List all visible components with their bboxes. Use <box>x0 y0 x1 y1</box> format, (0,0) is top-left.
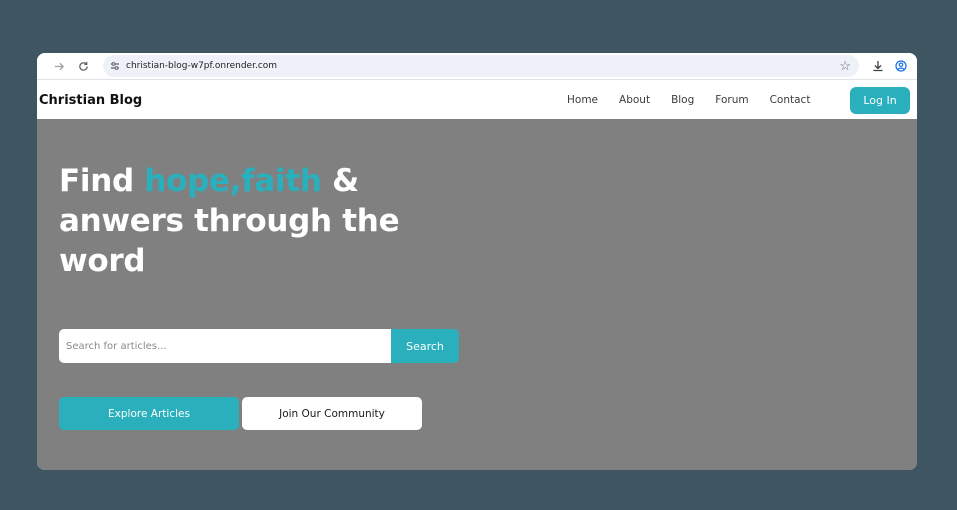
download-icon[interactable] <box>870 57 886 75</box>
browser-toolbar: christian-blog-w7pf.onrender.com ☆ <box>37 53 917 80</box>
hero-title-prefix: Find <box>59 163 145 199</box>
brand-logo[interactable]: Christian Blog <box>39 93 142 108</box>
nav-links: Home About Blog Forum Contact <box>567 81 831 119</box>
browser-window: christian-blog-w7pf.onrender.com ☆ Chris… <box>37 53 917 470</box>
login-button[interactable]: Log In <box>850 87 910 114</box>
address-bar[interactable]: christian-blog-w7pf.onrender.com ☆ <box>103 55 859 77</box>
url-text[interactable]: christian-blog-w7pf.onrender.com <box>126 61 277 71</box>
explore-articles-button[interactable]: Explore Articles <box>59 397 239 430</box>
site-navbar: Christian Blog Home About Blog Forum Con… <box>37 81 917 119</box>
nav-link-blog[interactable]: Blog <box>671 94 694 106</box>
nav-link-forum[interactable]: Forum <box>715 94 748 106</box>
nav-link-about[interactable]: About <box>619 94 650 106</box>
tune-icon[interactable] <box>108 59 122 73</box>
search-button[interactable]: Search <box>391 329 459 363</box>
hero-title-accent: hope,faith <box>144 163 322 199</box>
hero-section: Find hope,faith & anwers through the wor… <box>37 119 917 470</box>
nav-link-contact[interactable]: Contact <box>770 94 811 106</box>
join-community-button[interactable]: Join Our Community <box>242 397 422 430</box>
hero-title: Find hope,faith & anwers through the wor… <box>59 161 439 281</box>
profile-icon[interactable] <box>893 57 909 75</box>
search-input[interactable] <box>59 329 391 363</box>
star-icon[interactable]: ☆ <box>839 58 851 74</box>
arrow-right-icon[interactable] <box>48 55 70 77</box>
nav-link-home[interactable]: Home <box>567 94 598 106</box>
search-form: Search <box>59 329 459 363</box>
reload-icon[interactable] <box>72 55 94 77</box>
